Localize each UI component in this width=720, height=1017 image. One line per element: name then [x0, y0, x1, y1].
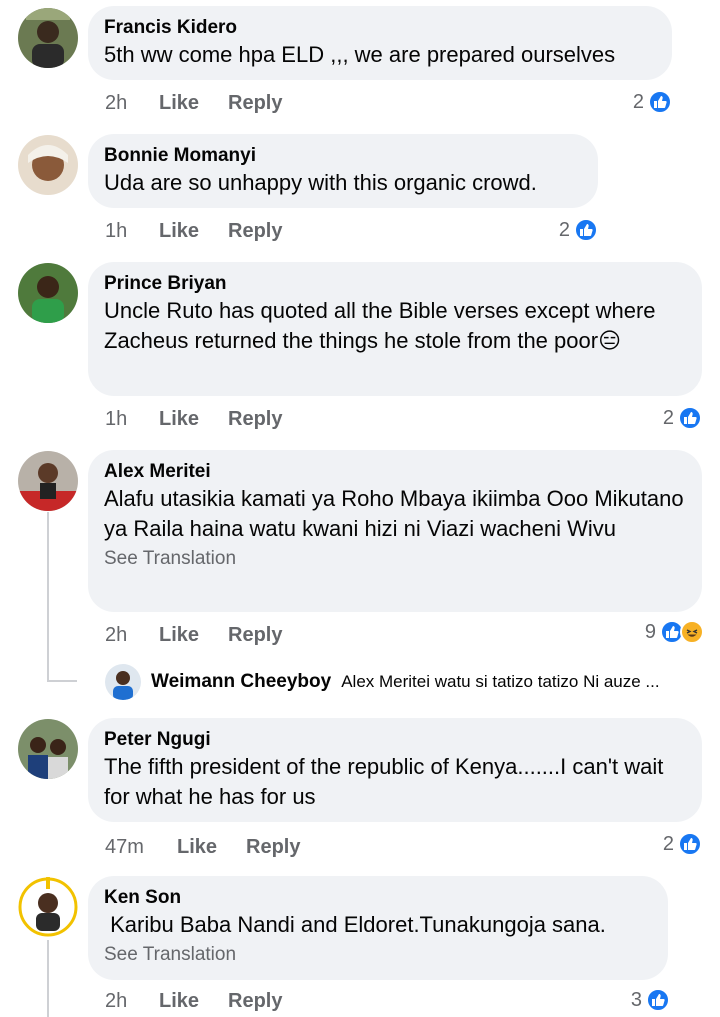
reaction-summary[interactable]: 9: [645, 620, 704, 644]
reaction-count: 2: [662, 406, 674, 429]
comment-actions: 2h Like Reply: [105, 990, 282, 1013]
comment-text: The fifth president of the republic of K…: [104, 754, 670, 809]
comment-actions: 47m Like Reply: [105, 836, 300, 859]
reaction-count: 2: [632, 90, 644, 113]
like-button[interactable]: Like: [159, 624, 228, 647]
avatar[interactable]: [18, 263, 78, 323]
thread-line: [47, 940, 49, 1017]
comment-author[interactable]: Bonnie Momanyi: [104, 144, 582, 168]
reply-button[interactable]: Reply: [228, 990, 282, 1013]
like-button[interactable]: Like: [177, 836, 246, 859]
comment-timestamp[interactable]: 47m: [105, 836, 177, 859]
reaction-summary[interactable]: 2: [663, 406, 702, 430]
comment-timestamp[interactable]: 1h: [105, 408, 159, 431]
reaction-count: 2: [558, 218, 570, 241]
reply-text: Alex Meritei watu si tatizo tatizo Ni au…: [341, 672, 660, 691]
thumbs-up-icon: [648, 90, 672, 114]
comment-text: 5th ww come hpa ELD ,,, we are prepared …: [104, 42, 616, 67]
like-button[interactable]: Like: [159, 990, 228, 1013]
comment-text: Alafu utasikia kamati ya Roho Mbaya ikii…: [104, 486, 690, 541]
like-button[interactable]: Like: [159, 92, 228, 115]
thumbs-up-icon: [678, 406, 702, 430]
avatar[interactable]: [18, 877, 78, 937]
reply-button[interactable]: Reply: [228, 408, 282, 431]
reply-button[interactable]: Reply: [228, 92, 282, 115]
comment-bubble: Peter Ngugi The fifth president of the r…: [88, 718, 702, 822]
avatar[interactable]: [18, 719, 78, 779]
reply-author[interactable]: Weimann Cheeyboy: [151, 671, 331, 693]
comment-timestamp[interactable]: 2h: [105, 92, 159, 115]
comment-author[interactable]: Francis Kidero: [104, 16, 656, 40]
comment-bubble: Alex Meritei Alafu utasikia kamati ya Ro…: [88, 450, 702, 612]
comment-author[interactable]: Alex Meritei: [104, 460, 686, 484]
reaction-count: 9: [644, 620, 656, 643]
reply-button[interactable]: Reply: [228, 624, 282, 647]
reply-button[interactable]: Reply: [228, 220, 282, 243]
reaction-summary[interactable]: 2: [663, 832, 702, 856]
see-translation-link[interactable]: See Translation: [104, 942, 652, 968]
avatar[interactable]: [18, 8, 78, 68]
comment-text: Uncle Ruto has quoted all the Bible vers…: [104, 298, 662, 353]
comment-author[interactable]: Peter Ngugi: [104, 728, 686, 752]
comment-actions: 1h Like Reply: [105, 220, 282, 243]
comment-author[interactable]: Ken Son: [104, 886, 652, 910]
comment-bubble: Bonnie Momanyi Uda are so unhappy with t…: [88, 134, 598, 208]
like-button[interactable]: Like: [159, 408, 228, 431]
comment-timestamp[interactable]: 1h: [105, 220, 159, 243]
reaction-summary[interactable]: 2: [633, 90, 672, 114]
see-translation-link[interactable]: See Translation: [104, 546, 686, 572]
comment-bubble: Prince Briyan Uncle Ruto has quoted all …: [88, 262, 702, 396]
thumbs-up-icon: [574, 218, 598, 242]
comment-author[interactable]: Prince Briyan: [104, 272, 686, 296]
comment-timestamp[interactable]: 2h: [105, 624, 159, 647]
comment-bubble: Francis Kidero 5th ww come hpa ELD ,,, w…: [88, 6, 672, 80]
reaction-count: 2: [662, 832, 674, 855]
reply-button[interactable]: Reply: [246, 836, 300, 859]
reply-preview[interactable]: Weimann Cheeyboy Alex Meritei watu si ta…: [105, 664, 660, 700]
like-button[interactable]: Like: [159, 220, 228, 243]
avatar[interactable]: [18, 135, 78, 195]
haha-icon: [680, 620, 704, 644]
reaction-summary[interactable]: 2: [559, 218, 598, 242]
reaction-count: 3: [630, 988, 642, 1011]
comment-text: Karibu Baba Nandi and Eldoret.Tunakungoj…: [104, 912, 606, 937]
reaction-summary[interactable]: 3: [631, 988, 670, 1012]
avatar[interactable]: [18, 451, 78, 511]
comment-bubble: Ken Son Karibu Baba Nandi and Eldoret.Tu…: [88, 876, 668, 980]
thread-line: [47, 512, 49, 682]
thumbs-up-icon: [646, 988, 670, 1012]
comment-actions: 1h Like Reply: [105, 408, 282, 431]
comment-timestamp[interactable]: 2h: [105, 990, 159, 1013]
comment-text: Uda are so unhappy with this organic cro…: [104, 170, 537, 195]
thread-connector: [47, 680, 77, 682]
comment-actions: 2h Like Reply: [105, 92, 282, 115]
reply-avatar[interactable]: [105, 664, 141, 700]
thumbs-up-icon: [678, 832, 702, 856]
comment-actions: 2h Like Reply: [105, 624, 282, 647]
